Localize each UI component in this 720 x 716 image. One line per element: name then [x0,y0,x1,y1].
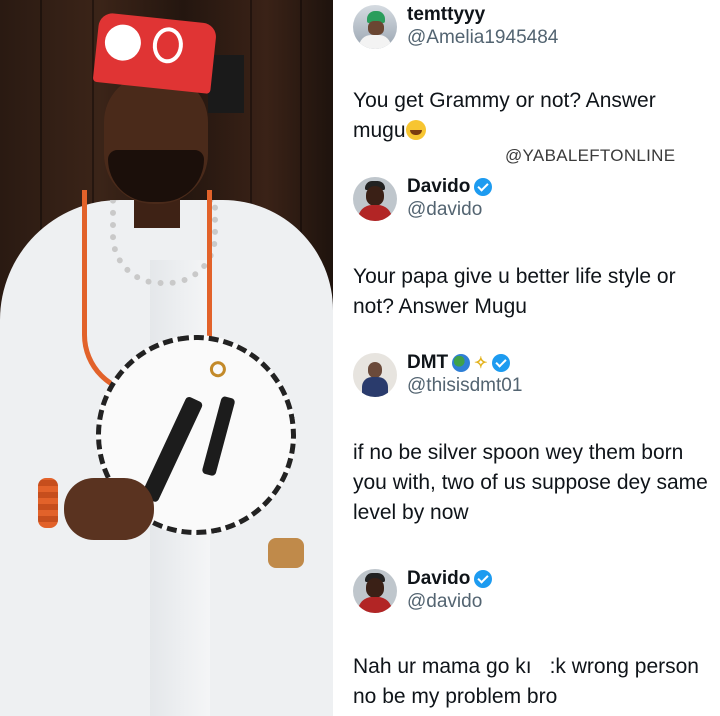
verified-badge-icon [474,178,493,197]
tweet-text: You get Grammy or not? Answer mugu [353,89,656,142]
verified-badge-icon [491,354,510,373]
laughing-emoji-icon [405,120,426,140]
tweet-thread: temttyyy @Amelia1945484 You get Grammy o… [333,0,720,716]
coral-bracelet [38,478,58,528]
globe-icon [452,354,471,373]
tweet-text: if no be silver spoon wey them born you … [353,441,708,524]
fan-ring-motif [208,359,228,379]
user-handle[interactable]: @thisisdmt01 [407,375,522,398]
user-handle[interactable]: @davido [407,199,492,222]
cap-letter-o [151,25,185,65]
wall-frame [208,55,244,113]
dizzy-icon: ✧ [474,354,488,372]
avatar[interactable] [353,568,397,613]
watermark: @YABALEFTONLINE [505,146,676,165]
tweet-header[interactable]: Davido @davido [353,568,493,614]
avatar[interactable] [353,176,397,221]
fan-motif [140,395,204,504]
display-name[interactable]: DMT ✧ [407,352,522,375]
avatar[interactable] [353,352,397,397]
avatar[interactable] [353,4,397,49]
red-cap [92,12,218,94]
display-name[interactable]: Davido [407,568,493,591]
display-name[interactable]: temttyyy [407,4,558,27]
verified-badge-icon [474,570,493,589]
tweet-text: Nah ur mama go kı:k wrong person no be m… [353,655,699,708]
profile-photo [0,0,333,716]
cap-badge [103,22,143,63]
tweet-header[interactable]: Davido @davido [353,176,493,222]
fan-motif [201,395,236,477]
user-handle[interactable]: @Amelia1945484 [407,27,558,50]
hand [64,478,154,540]
tweet-header[interactable]: temttyyy @Amelia1945484 [353,4,558,50]
user-handle[interactable]: @davido [407,591,492,614]
tweet-text: Your papa give u better life style or no… [353,265,676,318]
wristwatch [268,538,304,568]
tweet-header[interactable]: DMT ✧ @thisisdmt01 [353,352,522,398]
display-name[interactable]: Davido [407,176,493,199]
